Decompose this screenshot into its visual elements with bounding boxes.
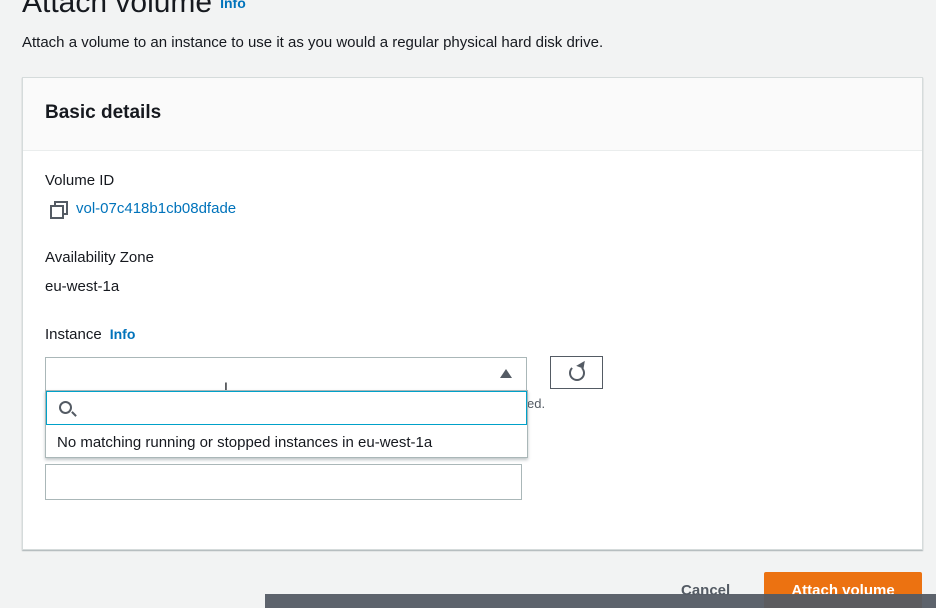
instance-select[interactable]: I [45,357,527,394]
volume-id-label: Volume ID [45,172,115,189]
page-title: Attach volume Info [22,0,246,20]
instance-label: Instance Info [45,326,135,343]
volume-id-link[interactable]: vol-07c418b1cb08dfade [76,200,236,217]
instance-info-link[interactable]: Info [110,326,136,342]
page-title-text: Attach volume [22,0,213,19]
panel-header: Basic details [23,78,922,151]
copy-icon[interactable] [50,200,68,219]
caret-up-icon[interactable] [500,369,512,378]
title-info-link[interactable]: Info [220,0,246,11]
overlay-bar [265,594,936,608]
refresh-icon [568,364,585,381]
no-match-message: No matching running or stopped instances… [57,434,433,451]
page-description: Attach a volume to an instance to use it… [22,34,604,51]
volume-id-row: vol-07c418b1cb08dfade [50,200,236,219]
availability-zone-value: eu-west-1a [45,278,120,295]
search-icon [59,401,72,414]
panel-heading: Basic details [45,102,162,123]
refresh-button[interactable] [550,356,603,389]
instance-label-text: Instance [45,326,102,343]
instance-dropdown: No matching running or stopped instances… [45,390,528,458]
instance-search-box[interactable] [46,391,527,425]
instance-search-input[interactable] [83,394,513,422]
availability-zone-label: Availability Zone [45,249,154,266]
device-name-input[interactable] [45,464,522,500]
instance-hint-text: ed. [527,396,546,411]
